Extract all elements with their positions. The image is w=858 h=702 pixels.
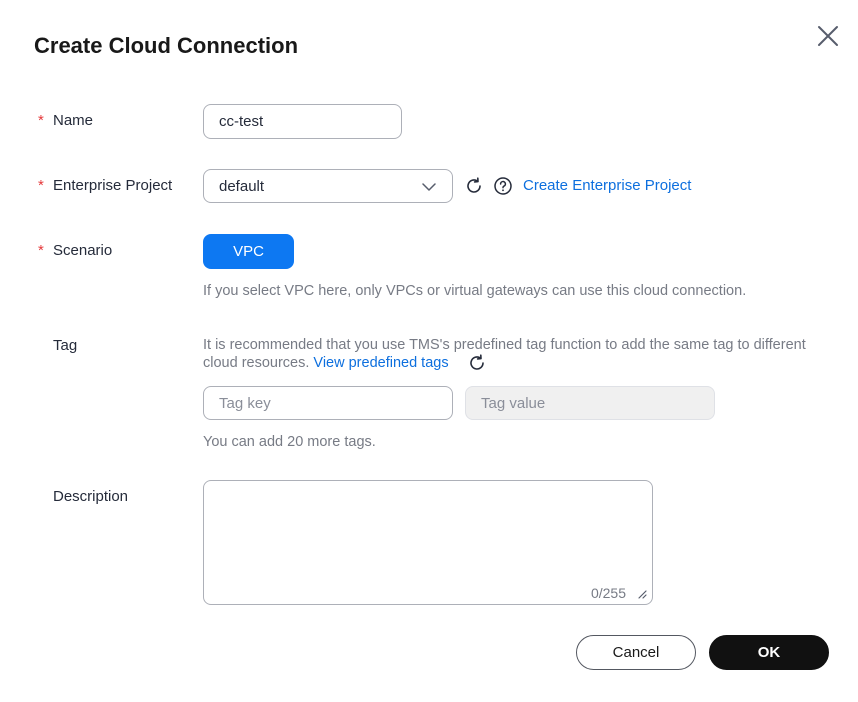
tag-remaining-text: You can add 20 more tags. (203, 434, 376, 450)
enterprise-project-label: * Enterprise Project (38, 177, 173, 194)
tag-hint-line2: cloud resources. View predefined tags (203, 355, 449, 371)
refresh-icon (470, 354, 484, 370)
dialog-title: Create Cloud Connection (34, 33, 299, 58)
resize-handle-icon[interactable] (637, 589, 647, 599)
description-counter: 0/255 (590, 585, 626, 601)
close-icon (818, 26, 838, 46)
tag-hint-line1: It is recommended that you use TMS's pre… (203, 337, 806, 353)
help-button[interactable] (493, 176, 513, 196)
name-label: * Name (38, 112, 94, 129)
scenario-vpc-button[interactable]: VPC (203, 234, 294, 269)
refresh-enterprise-project-button[interactable] (464, 176, 484, 196)
required-mark: * (38, 242, 44, 259)
enterprise-project-selected: default (219, 177, 265, 195)
help-icon (494, 177, 512, 195)
description-textarea[interactable] (204, 481, 652, 604)
description-field: 0/255 (203, 480, 653, 605)
required-mark: * (38, 177, 44, 194)
enterprise-project-select[interactable]: default (203, 169, 453, 203)
cancel-button[interactable]: Cancel (576, 635, 696, 670)
tag-hint: It is recommended that you use TMS's pre… (203, 336, 843, 372)
tag-key-input[interactable] (203, 386, 453, 420)
scenario-label: * Scenario (38, 242, 113, 259)
tag-label: Tag (53, 337, 78, 354)
view-predefined-tags-link[interactable]: View predefined tags (313, 355, 448, 371)
required-mark: * (38, 112, 44, 129)
refresh-tags-button[interactable] (467, 353, 487, 373)
tag-value-input[interactable] (465, 386, 715, 420)
refresh-icon (467, 177, 481, 193)
create-cloud-connection-dialog: Create Cloud Connection *Name *Enterpris… (0, 0, 858, 702)
create-enterprise-project-link[interactable]: Create Enterprise Project (523, 177, 691, 194)
close-button[interactable] (814, 22, 842, 50)
name-input[interactable] (203, 104, 402, 139)
chevron-down-icon (422, 183, 436, 191)
description-label: Description (53, 488, 129, 505)
ok-button[interactable]: OK (709, 635, 829, 670)
scenario-hint: If you select VPC here, only VPCs or vir… (203, 283, 747, 299)
